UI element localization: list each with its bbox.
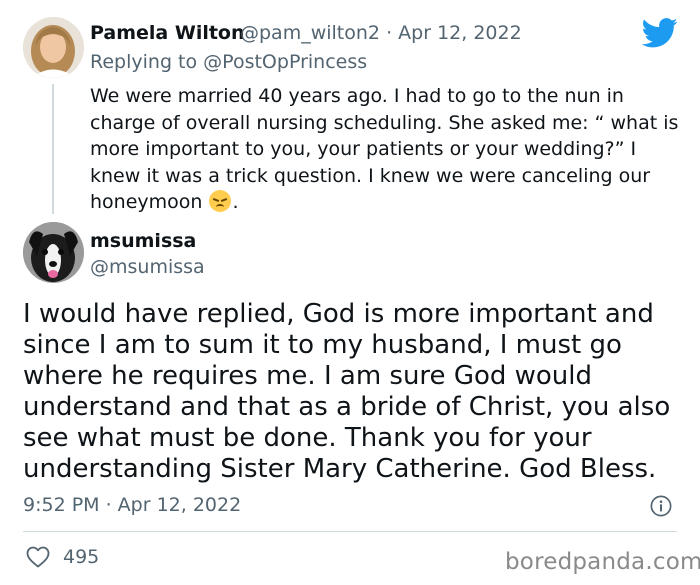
main-author-name[interactable]: msumissa: [90, 230, 196, 252]
replying-to-label: Replying to: [90, 51, 198, 73]
reply-author-handle[interactable]: @pam_wilton2: [240, 22, 380, 44]
meta-separator: ·: [386, 22, 393, 44]
replying-to-handle[interactable]: @PostOpPrincess: [203, 51, 367, 73]
tweet-timestamp[interactable]: 9:52 PM · Apr 12, 2022: [23, 494, 241, 516]
like-count: 495: [63, 546, 100, 568]
main-author-handle[interactable]: @msumissa: [90, 256, 205, 278]
boredpanda-watermark: boredpanda.com: [505, 549, 700, 575]
disappointed-face-emoji: [208, 190, 231, 212]
msumissa-avatar[interactable]: [23, 222, 84, 283]
reply-author-meta: @pam_wilton2 · Apr 12, 2022: [240, 22, 522, 44]
reply-tweet-text: We were married 40 years ago. I had to g…: [90, 83, 680, 216]
twitter-bird-icon[interactable]: [642, 18, 678, 48]
reply-date[interactable]: Apr 12, 2022: [398, 22, 522, 44]
pamela-avatar[interactable]: [23, 17, 84, 78]
thread-connector: [52, 84, 54, 214]
heart-icon[interactable]: [26, 546, 50, 568]
reply-text: We were married 40 years ago. I had to g…: [90, 85, 679, 213]
main-tweet-text: I would have replied, God is more import…: [23, 299, 671, 484]
info-icon[interactable]: [650, 495, 672, 517]
divider: [23, 531, 677, 532]
reply-author-name[interactable]: Pamela Wilton: [90, 22, 245, 44]
replying-to-line: Replying to @PostOpPrincess: [90, 51, 367, 73]
reply-text-end: .: [232, 191, 239, 213]
